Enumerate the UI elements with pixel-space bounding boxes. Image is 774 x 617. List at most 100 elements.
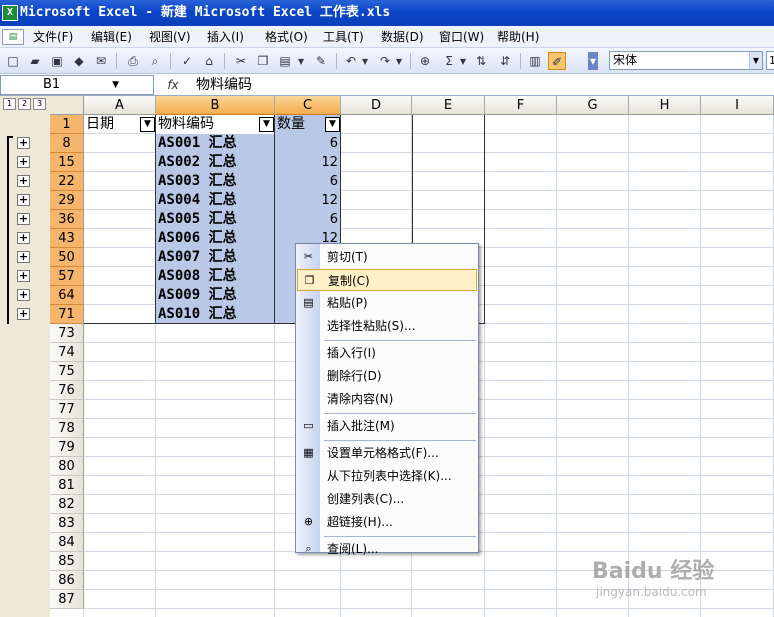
chevron-down-icon[interactable]: ▾ [394,52,404,70]
menu-tools[interactable]: 工具(T) [320,26,367,47]
row-header-84[interactable]: 84 [50,533,84,552]
context-menu-item-insert-row[interactable]: 插入行(I) [297,342,477,364]
row-header-8[interactable]: 8 [50,134,84,153]
outline-expand-button[interactable]: + [17,156,30,168]
chart-wizard-icon[interactable]: ▥ [526,52,544,70]
row-header-75[interactable]: 75 [50,362,84,381]
outline-expand-button[interactable]: + [17,175,30,187]
context-menu-item-cut[interactable]: ✂ 剪切(T) [297,246,477,268]
font-name-select[interactable]: 宋体 ▼ [609,51,763,70]
autofilter-quantity-dropdown[interactable]: ▼ [325,117,340,132]
undo-icon[interactable]: ↶ [342,52,360,70]
row-header-50[interactable]: 50 [50,248,84,267]
row-header-76[interactable]: 76 [50,381,84,400]
context-menu-item-insert-comment[interactable]: ▭ 插入批注(M) [297,415,477,437]
row-header-74[interactable]: 74 [50,343,84,362]
row-header-79[interactable]: 79 [50,438,84,457]
context-menu-item-paste[interactable]: ▤ 粘贴(P) [297,292,477,314]
cut-icon[interactable]: ✂ [232,52,250,70]
row-header-43[interactable]: 43 [50,229,84,248]
chevron-down-icon[interactable]: ▾ [458,52,468,70]
row-header-15[interactable]: 15 [50,153,84,172]
row-header-80[interactable]: 80 [50,457,84,476]
row-header-82[interactable]: 82 [50,495,84,514]
menu-view[interactable]: 视图(V) [146,26,194,47]
sort-ascending-icon[interactable]: ⇅ [472,52,490,70]
column-header-b[interactable]: B [156,96,275,115]
hyperlink-icon[interactable]: ⊕ [416,52,434,70]
context-menu-item-hyperlink[interactable]: ⊕ 超链接(H)... [297,511,477,533]
column-header-i[interactable]: I [701,96,774,115]
row-header-83[interactable]: 83 [50,514,84,533]
outline-level-1-button[interactable]: 1 [3,98,16,110]
row-header-22[interactable]: 22 [50,172,84,191]
insert-function-icon[interactable]: fx [160,74,186,96]
chevron-down-icon[interactable]: ▼ [749,52,762,69]
autofilter-date-dropdown[interactable]: ▼ [140,117,155,132]
menu-format[interactable]: 格式(O) [262,26,311,47]
outline-expand-button[interactable]: + [17,289,30,301]
row-header-86[interactable]: 86 [50,571,84,590]
context-menu-item-clear-contents[interactable]: 清除内容(N) [297,388,477,410]
column-header-f[interactable]: F [485,96,557,115]
chevron-down-icon[interactable]: ▾ [296,52,306,70]
context-menu-item-format-cells[interactable]: ▦ 设置单元格格式(F)... [297,442,477,464]
row-header-64[interactable]: 64 [50,286,84,305]
permission-icon[interactable]: ◆ [70,52,88,70]
context-menu-item-copy[interactable]: ❐ 复制(C) [297,269,477,291]
outline-level-3-button[interactable]: 3 [33,98,46,110]
column-header-h[interactable]: H [629,96,701,115]
context-menu-item-paste-special[interactable]: 选择性粘贴(S)... [297,315,477,337]
row-header-85[interactable]: 85 [50,552,84,571]
autosum-icon[interactable]: Σ [440,52,458,70]
drawing-icon[interactable]: ✐ [548,52,566,70]
column-header-g[interactable]: G [557,96,629,115]
outline-expand-button[interactable]: + [17,270,30,282]
menu-window[interactable]: 窗口(W) [436,26,487,47]
chevron-down-icon[interactable]: ▾ [360,52,370,70]
spelling-icon[interactable]: ✓ [178,52,196,70]
outline-expand-button[interactable]: + [17,308,30,320]
menu-edit[interactable]: 编辑(E) [88,26,135,47]
row-header-71[interactable]: 71 [50,305,84,324]
column-header-d[interactable]: D [341,96,412,115]
sort-descending-icon[interactable]: ⇵ [496,52,514,70]
row-header-87[interactable]: 87 [50,590,84,609]
column-header-c[interactable]: C [275,96,341,115]
outline-expand-button[interactable]: + [17,137,30,149]
outline-level-2-button[interactable]: 2 [18,98,31,110]
outline-expand-button[interactable]: + [17,213,30,225]
toolbar-options-icon[interactable]: ▾ [588,52,598,70]
font-size-select[interactable]: 12 [766,51,774,70]
context-menu-item-delete-row[interactable]: 删除行(D) [297,365,477,387]
context-menu-item-create-list[interactable]: 创建列表(C)... [297,488,477,510]
outline-expand-button[interactable]: + [17,194,30,206]
save-icon[interactable]: ▣ [48,52,66,70]
menu-file[interactable]: 文件(F) [30,26,76,47]
context-menu-item-pick-from-list[interactable]: 从下拉列表中选择(K)... [297,465,477,487]
copy-icon[interactable]: ❐ [254,52,272,70]
redo-icon[interactable]: ↷ [376,52,394,70]
menu-help[interactable]: 帮助(H) [494,26,542,47]
outline-expand-button[interactable]: + [17,232,30,244]
new-icon[interactable]: □ [4,52,22,70]
column-header-a[interactable]: A [84,96,156,115]
row-header-29[interactable]: 29 [50,191,84,210]
autofilter-material-code-dropdown[interactable]: ▼ [259,117,274,132]
chevron-down-icon[interactable]: ▼ [112,76,119,94]
row-header-1[interactable]: 1 [50,115,84,134]
row-header-73[interactable]: 73 [50,324,84,343]
outline-expand-button[interactable]: + [17,251,30,263]
row-header-78[interactable]: 78 [50,419,84,438]
column-header-e[interactable]: E [412,96,485,115]
format-painter-icon[interactable]: ✎ [312,52,330,70]
print-icon[interactable]: ⎙ [124,52,142,70]
select-all-corner[interactable] [50,96,84,115]
row-header-57[interactable]: 57 [50,267,84,286]
print-preview-icon[interactable]: ⌕ [146,52,164,70]
row-header-77[interactable]: 77 [50,400,84,419]
context-menu-item-lookup[interactable]: ⌕ 查阅(L)... [297,538,477,560]
paste-icon[interactable]: ▤ [276,52,294,70]
menu-data[interactable]: 数据(D) [378,26,427,47]
row-header-81[interactable]: 81 [50,476,84,495]
